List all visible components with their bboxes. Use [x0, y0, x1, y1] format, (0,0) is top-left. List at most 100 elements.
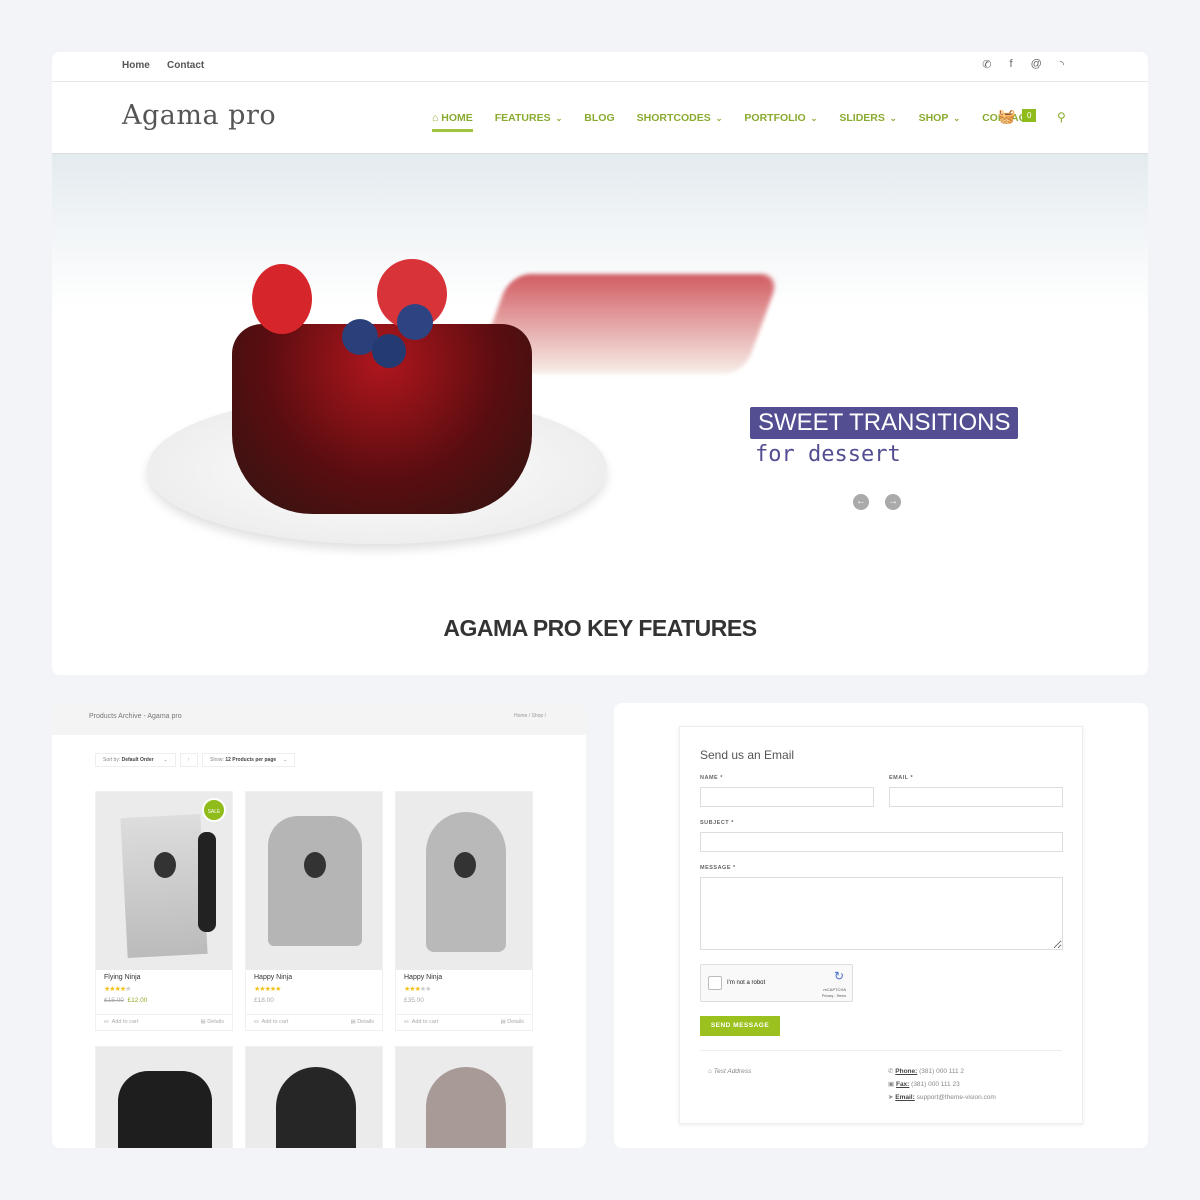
product-card[interactable]: Happy Ninja ★★★★★ £18.00 ⛀ Add to cart ▤ Det… — [245, 791, 383, 1031]
cart-icon[interactable]: 🧺 — [998, 108, 1015, 125]
ninja-graphic — [454, 852, 476, 878]
product-card[interactable]: SALE Flying Ninja ★★★★★ £15.00 £12.00 ⛀ Add … — [95, 791, 233, 1031]
details-button[interactable]: ▤ Details — [350, 1019, 374, 1026]
section-heading: AGAMA PRO KEY FEATURES — [443, 615, 757, 641]
arrow-right-icon[interactable]: → — [885, 494, 901, 510]
name-label: NAME * — [700, 775, 723, 781]
document-icon: ▤ — [350, 1019, 356, 1025]
fax-value: (381) 000 111 23 — [911, 1081, 960, 1088]
phone-icon: ✆ — [888, 1068, 894, 1075]
email-input[interactable] — [889, 787, 1063, 807]
product-name[interactable]: Happy Ninja — [404, 974, 524, 981]
old-price: £15.00 — [104, 997, 124, 1004]
basket-icon: ⛀ — [404, 1019, 409, 1025]
main-nav: ⌂ HOME FEATURES ⌄ BLOG SHORTCODES ⌄ PORTFOLIO ⌄… — [432, 112, 1033, 132]
product-card[interactable] — [95, 1046, 233, 1148]
shop-preview: Products Archive - Agama pro Home / Shop… — [52, 703, 586, 1148]
name-input[interactable] — [700, 787, 874, 807]
nav-label: PORTFOLIO — [744, 112, 806, 124]
chevron-down-icon: ⌄ — [953, 114, 961, 123]
add-to-cart-button[interactable]: ⛀ Add to cart — [104, 1019, 138, 1026]
add-to-cart-button[interactable]: ⛀ Add to cart — [254, 1019, 288, 1026]
cart-count-badge: 0 — [1022, 109, 1037, 122]
product-name[interactable]: Flying Ninja — [104, 974, 224, 981]
facebook-icon[interactable]: f — [1010, 58, 1013, 71]
product-name[interactable]: Happy Ninja — [254, 974, 374, 981]
nav-item-shop[interactable]: SHOP ⌄ — [919, 112, 960, 124]
homepage-preview: Home Contact ✆ f @ ◝ Agama pro ⌂ HOME FEA… — [52, 52, 1148, 675]
rating-stars: ★★★★★ — [104, 986, 131, 993]
recaptcha-brand: reCAPTCHA — [823, 987, 846, 992]
blueberry-image — [397, 304, 433, 340]
add-to-cart-label: Add to cart — [261, 1019, 289, 1025]
email-label: EMAIL * — [889, 775, 914, 781]
form-title: Send us an Email — [700, 748, 795, 762]
at-icon[interactable]: @ — [1031, 58, 1042, 71]
search-icon[interactable]: ⚲ — [1057, 110, 1066, 124]
product-image[interactable]: SALE — [96, 792, 232, 970]
add-to-cart-label: Add to cart — [411, 1019, 439, 1025]
top-link-contact[interactable]: Contact — [167, 60, 204, 71]
top-bar: Home Contact ✆ f @ ◝ — [52, 52, 1148, 82]
recaptcha-links[interactable]: Privacy - Terms — [822, 994, 846, 998]
recaptcha-widget: I'm not a robot ↻ reCAPTCHA Privacy - Te… — [700, 964, 853, 1002]
product-image[interactable] — [396, 792, 532, 970]
nav-label: FEATURES — [494, 112, 551, 124]
price: £18.00 — [254, 997, 274, 1004]
email-value[interactable]: support@theme-vision.com — [917, 1094, 996, 1101]
product-card[interactable] — [395, 1046, 533, 1148]
chevron-down-icon: ⌄ — [555, 114, 563, 123]
send-icon: ➤ — [888, 1094, 894, 1101]
details-button[interactable]: ▤ Details — [200, 1019, 224, 1026]
basket-icon: ⛀ — [104, 1019, 109, 1025]
sort-direction-button[interactable]: ↑ — [179, 753, 199, 767]
add-to-cart-button[interactable]: ⛀ Add to cart — [404, 1019, 438, 1026]
message-textarea[interactable] — [700, 877, 1063, 950]
nav-item-shortcodes[interactable]: SHORTCODES ⌄ — [637, 112, 723, 124]
recaptcha-icon: ↻ — [833, 969, 844, 983]
product-card[interactable]: Happy Ninja ★★★★★ £35.00 ⛀ Add to cart ▤ Det… — [395, 791, 533, 1031]
slide-subtitle: for dessert — [755, 442, 901, 467]
document-icon: ▤ — [200, 1019, 206, 1025]
recaptcha-label: I'm not a robot — [727, 980, 766, 986]
nav-label: SHORTCODES — [636, 112, 711, 124]
basket-icon: ⛀ — [254, 1019, 259, 1025]
subject-input[interactable] — [700, 832, 1063, 852]
strawberry-image — [252, 264, 312, 334]
sale-badge: SALE — [202, 798, 226, 822]
product-card[interactable] — [245, 1046, 383, 1148]
phone-icon[interactable]: ✆ — [982, 58, 991, 71]
rss-icon[interactable]: ◝ — [1060, 58, 1064, 71]
home-icon: ⌂ — [432, 112, 442, 124]
top-link-home[interactable]: Home — [122, 60, 150, 71]
arrow-left-icon[interactable]: ← — [853, 494, 869, 510]
chevron-down-icon: ⌄ — [889, 114, 897, 123]
send-message-button[interactable]: SEND MESSAGE — [700, 1016, 780, 1036]
address-text: Test Address — [713, 1068, 752, 1075]
sort-value: Default Order — [121, 757, 154, 763]
nav-item-home[interactable]: ⌂ HOME — [432, 112, 473, 132]
ninja-graphic — [154, 852, 176, 878]
message-label: MESSAGE * — [700, 865, 736, 871]
details-label: Details — [507, 1019, 524, 1025]
sort-select[interactable]: Sort by: Default Order ⌄ — [95, 753, 176, 767]
main-header: Agama pro ⌂ HOME FEATURES ⌄ BLOG SHORTCODES ⌄… — [52, 82, 1148, 154]
nav-item-portfolio[interactable]: PORTFOLIO ⌄ — [744, 112, 817, 124]
per-page-select[interactable]: Show: 12 Products per page ⌄ — [202, 753, 296, 767]
email-info-label: Email: — [895, 1094, 915, 1101]
nav-item-sliders[interactable]: SLIDERS ⌄ — [839, 112, 896, 124]
add-to-cart-label: Add to cart — [111, 1019, 139, 1025]
nav-item-features[interactable]: FEATURES ⌄ — [495, 112, 563, 124]
nav-item-blog[interactable]: BLOG — [584, 112, 614, 124]
breadcrumb[interactable]: Home / Shop / — [514, 713, 546, 719]
phone-label: Phone: — [895, 1068, 918, 1075]
nav-label: SLIDERS — [839, 112, 885, 124]
page-title-bar: Products Archive - Agama pro Home / Shop… — [52, 703, 586, 735]
product-image[interactable] — [246, 792, 382, 970]
contact-preview: Send us an Email NAME * EMAIL * SUBJECT … — [614, 703, 1148, 1148]
site-logo[interactable]: Agama pro — [122, 100, 276, 131]
details-button[interactable]: ▤ Details — [500, 1019, 524, 1026]
chevron-down-icon: ⌄ — [715, 114, 723, 123]
recaptcha-checkbox[interactable] — [708, 976, 722, 990]
subject-label: SUBJECT * — [700, 820, 734, 826]
